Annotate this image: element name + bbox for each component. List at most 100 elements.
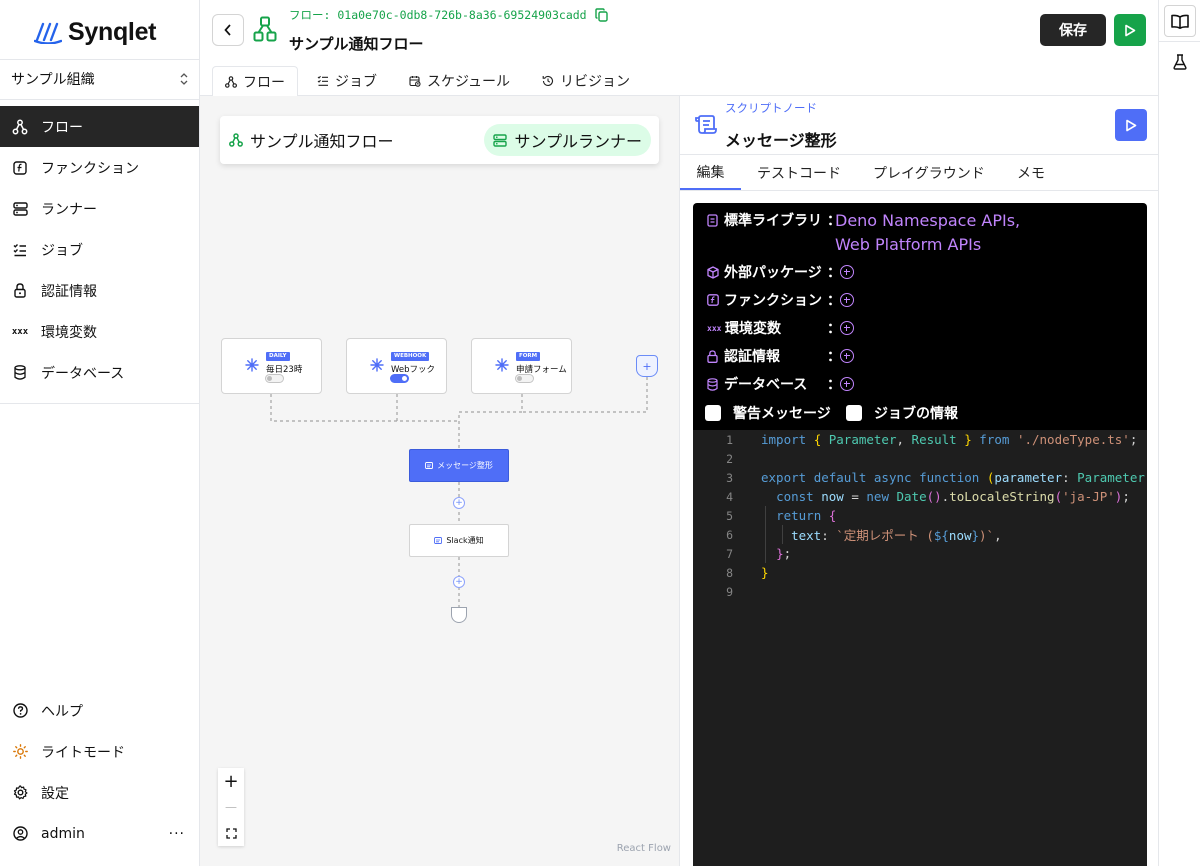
add-database-button[interactable] bbox=[840, 377, 854, 391]
add-trigger-button[interactable]: + bbox=[636, 355, 658, 377]
flow-canvas[interactable]: サンプル通知フロー サンプルランナー DAILY 毎日23時 WEBHOOK W… bbox=[200, 96, 679, 866]
help-icon bbox=[12, 703, 28, 719]
user-more-button[interactable]: ··· bbox=[169, 826, 185, 842]
checkbox[interactable] bbox=[846, 405, 862, 421]
fit-view-button[interactable] bbox=[218, 820, 244, 846]
play-icon bbox=[1125, 24, 1136, 36]
list-checks-icon bbox=[317, 75, 328, 86]
warning-messages-checkbox[interactable]: 警告メッセージ bbox=[705, 403, 831, 423]
sidebar-item-runners[interactable]: ランナー bbox=[0, 188, 199, 229]
copy-icon[interactable] bbox=[594, 8, 608, 22]
book-open-icon bbox=[1171, 14, 1189, 29]
line-number: 6 bbox=[726, 527, 733, 542]
react-flow-attribution[interactable]: React Flow bbox=[617, 843, 671, 854]
flow-icon bbox=[253, 16, 277, 42]
sidebar-item-functions[interactable]: ファンクション bbox=[0, 147, 199, 188]
checkbox[interactable] bbox=[705, 405, 721, 421]
light-mode-toggle[interactable]: ライトモード bbox=[0, 731, 199, 772]
tab-flow[interactable]: フロー bbox=[212, 66, 298, 97]
script-node-message-format[interactable]: メッセージ整形 bbox=[409, 449, 509, 482]
line-number: 4 bbox=[726, 489, 733, 504]
back-button[interactable] bbox=[212, 14, 244, 46]
play-icon bbox=[1126, 119, 1137, 131]
test-button[interactable] bbox=[1164, 46, 1196, 78]
node-editor-panel: スクリプトノード メッセージ整形 編集 テストコード プレイグラウンド メモ 標… bbox=[679, 96, 1158, 866]
code-text: }; bbox=[776, 546, 792, 561]
add-node-button[interactable]: + bbox=[453, 576, 465, 588]
logo-text: Synqlet bbox=[68, 17, 157, 46]
chevron-left-icon bbox=[224, 24, 231, 36]
node-type-label: スクリプトノード bbox=[725, 101, 817, 115]
database-icon bbox=[12, 365, 28, 381]
divider bbox=[0, 403, 199, 404]
help-link[interactable]: ヘルプ bbox=[0, 690, 199, 731]
org-select[interactable]: サンプル組織 bbox=[0, 60, 199, 98]
trigger-toggle[interactable] bbox=[515, 374, 534, 383]
tab-edit[interactable]: 編集 bbox=[680, 155, 741, 190]
sidebar-item-env-vars[interactable]: xxx 環境変数 bbox=[0, 311, 199, 352]
script-icon bbox=[434, 536, 443, 544]
script-node-slack[interactable]: Slack通知 bbox=[409, 524, 509, 557]
docs-button[interactable] bbox=[1164, 5, 1196, 37]
code-text: return { bbox=[776, 508, 837, 523]
fit-view-icon bbox=[225, 827, 237, 839]
zoom-in-button[interactable]: + bbox=[218, 768, 244, 794]
user-icon bbox=[12, 826, 28, 842]
dependencies-section: 標準ライブラリ ： Deno Namespace APIs, Web Platf… bbox=[693, 203, 1147, 430]
code-editor[interactable]: 1 import { Parameter, Result } from './n… bbox=[693, 430, 1147, 866]
tab-test-code[interactable]: テストコード bbox=[757, 155, 841, 190]
add-env-var-button[interactable] bbox=[840, 321, 854, 335]
add-function-button[interactable] bbox=[840, 293, 854, 307]
lock-icon bbox=[12, 283, 28, 299]
code-line: 2 bbox=[693, 449, 1147, 468]
tab-schedule[interactable]: スケジュール bbox=[397, 66, 522, 96]
bottom-nav: ヘルプ ライトモード 設定 admin ··· bbox=[0, 690, 199, 854]
run-flow-button[interactable] bbox=[1114, 14, 1146, 46]
add-external-package-button[interactable] bbox=[840, 265, 854, 279]
sidebar-item-credentials[interactable]: 認証情報 bbox=[0, 270, 199, 311]
trigger-node-daily[interactable]: DAILY 毎日23時 bbox=[221, 338, 322, 394]
code-text: } bbox=[761, 565, 769, 580]
right-toolbar bbox=[1158, 0, 1200, 866]
settings-link[interactable]: 設定 bbox=[0, 772, 199, 813]
dep-label: データベース bbox=[724, 377, 808, 393]
code-line: 7 }; bbox=[693, 544, 1147, 563]
save-button[interactable]: 保存 bbox=[1040, 14, 1106, 46]
trigger-node-form[interactable]: FORM 申請フォーム bbox=[471, 338, 572, 394]
tab-jobs[interactable]: ジョブ bbox=[305, 66, 389, 96]
job-info-checkbox[interactable]: ジョブの情報 bbox=[846, 403, 958, 423]
tab-playground[interactable]: プレイグラウンド bbox=[873, 155, 985, 190]
sidebar-item-label: データベース bbox=[41, 365, 125, 382]
trigger-toggle[interactable] bbox=[265, 374, 284, 383]
run-node-button[interactable] bbox=[1115, 109, 1147, 141]
user-menu[interactable]: admin ··· bbox=[0, 813, 199, 854]
tab-label: ジョブ bbox=[335, 74, 377, 90]
line-number: 9 bbox=[726, 584, 733, 599]
code-text: const now = new Date().toLocaleString('j… bbox=[776, 489, 1130, 504]
line-number: 3 bbox=[726, 470, 733, 485]
colon: ： bbox=[827, 265, 841, 281]
tab-memo[interactable]: メモ bbox=[1017, 155, 1045, 190]
divider bbox=[1159, 41, 1200, 42]
code-line: 3 export default async function (paramet… bbox=[693, 468, 1147, 487]
variable-icon: xxx bbox=[11, 326, 29, 337]
sidebar-item-jobs[interactable]: ジョブ bbox=[0, 229, 199, 270]
header: フロー: 01a0e70c-0db8-726b-8a36-69524903cad… bbox=[200, 0, 1158, 60]
add-node-button[interactable]: + bbox=[453, 497, 465, 509]
env-vars-row: xxx 環境変数 ： bbox=[707, 318, 841, 338]
panel-tabs: 編集 テストコード プレイグラウンド メモ bbox=[680, 154, 1158, 191]
code-text: export default async function (parameter… bbox=[761, 470, 1147, 485]
tab-revisions[interactable]: リビジョン bbox=[530, 66, 642, 96]
trigger-node-webhook[interactable]: WEBHOOK Webフック bbox=[346, 338, 447, 394]
trigger-toggle[interactable] bbox=[390, 374, 409, 383]
node-label: メッセージ整形 bbox=[437, 461, 493, 470]
zoom-out-button[interactable]: — bbox=[218, 794, 244, 820]
sun-icon bbox=[12, 744, 28, 760]
help-label: ヘルプ bbox=[41, 703, 83, 720]
add-credential-button[interactable] bbox=[840, 349, 854, 363]
logo[interactable]: Synqlet bbox=[34, 14, 157, 50]
light-mode-label: ライトモード bbox=[41, 744, 125, 761]
sidebar-item-database[interactable]: データベース bbox=[0, 352, 199, 393]
code-text: text: `定期レポート (${now})`, bbox=[791, 528, 1002, 543]
sidebar-item-flows[interactable]: フロー bbox=[0, 106, 199, 147]
